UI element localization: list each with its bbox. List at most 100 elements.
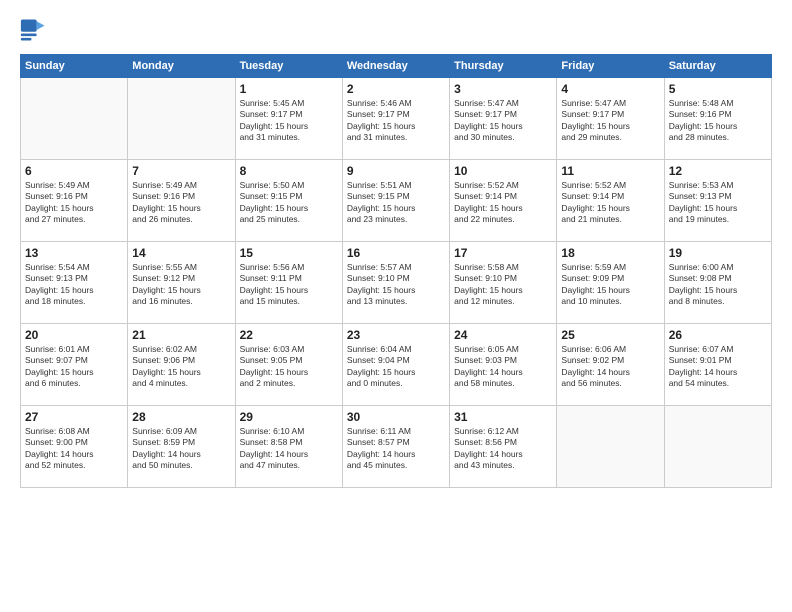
day-number: 12 (669, 164, 767, 178)
day-number: 13 (25, 246, 123, 260)
day-number: 5 (669, 82, 767, 96)
weekday-header-monday: Monday (128, 55, 235, 78)
day-number: 28 (132, 410, 230, 424)
day-info: Sunrise: 5:49 AM Sunset: 9:16 PM Dayligh… (25, 180, 123, 226)
logo-icon (20, 16, 48, 44)
day-number: 6 (25, 164, 123, 178)
calendar-table: SundayMondayTuesdayWednesdayThursdayFrid… (20, 54, 772, 488)
day-number: 26 (669, 328, 767, 342)
day-number: 21 (132, 328, 230, 342)
calendar-cell: 5Sunrise: 5:48 AM Sunset: 9:16 PM Daylig… (664, 78, 771, 160)
page-header (20, 16, 772, 44)
calendar-cell: 30Sunrise: 6:11 AM Sunset: 8:57 PM Dayli… (342, 406, 449, 488)
day-info: Sunrise: 6:11 AM Sunset: 8:57 PM Dayligh… (347, 426, 445, 472)
weekday-header-friday: Friday (557, 55, 664, 78)
day-info: Sunrise: 6:03 AM Sunset: 9:05 PM Dayligh… (240, 344, 338, 390)
day-info: Sunrise: 5:51 AM Sunset: 9:15 PM Dayligh… (347, 180, 445, 226)
calendar-cell: 19 Sunrise: 6:00 AM Sunset: 9:08 PM Dayli… (664, 242, 771, 324)
calendar-cell: 11 Sunrise: 5:52 AM Sunset: 9:14 PM Dayli… (557, 160, 664, 242)
day-number: 1 (240, 82, 338, 96)
logo (20, 16, 54, 44)
day-info: Sunrise: 6:08 AM Sunset: 9:00 PM Dayligh… (25, 426, 123, 472)
day-info: Sunrise: 6:00 AM Sunset: 9:08 PM Dayligh… (669, 262, 767, 308)
day-info: Sunrise: 5:47 AM Sunset: 9:17 PM Dayligh… (454, 98, 552, 144)
calendar-cell: 20 Sunrise: 6:01 AM Sunset: 9:07 PM Dayli… (21, 324, 128, 406)
day-info: Sunrise: 5:55 AM Sunset: 9:12 PM Dayligh… (132, 262, 230, 308)
calendar-cell (21, 78, 128, 160)
weekday-header-saturday: Saturday (664, 55, 771, 78)
day-info: Sunrise: 5:52 AM Sunset: 9:14 PM Dayligh… (454, 180, 552, 226)
day-number: 20 (25, 328, 123, 342)
day-number: 11 (561, 164, 659, 178)
day-info: Sunrise: 6:06 AM Sunset: 9:02 PM Dayligh… (561, 344, 659, 390)
calendar-cell: 26 Sunrise: 6:07 AM Sunset: 9:01 PM Dayli… (664, 324, 771, 406)
day-number: 29 (240, 410, 338, 424)
weekday-header-wednesday: Wednesday (342, 55, 449, 78)
day-number: 9 (347, 164, 445, 178)
day-number: 10 (454, 164, 552, 178)
calendar-cell: 3Sunrise: 5:47 AM Sunset: 9:17 PM Daylig… (450, 78, 557, 160)
day-info: Sunrise: 6:01 AM Sunset: 9:07 PM Dayligh… (25, 344, 123, 390)
week-row-3: 13 Sunrise: 5:54 AM Sunset: 9:13 PM Dayli… (21, 242, 772, 324)
calendar-cell (664, 406, 771, 488)
calendar-cell: 24Sunrise: 6:05 AM Sunset: 9:03 PM Dayli… (450, 324, 557, 406)
day-info: Sunrise: 5:45 AM Sunset: 9:17 PM Dayligh… (240, 98, 338, 144)
day-number: 17 (454, 246, 552, 260)
day-number: 7 (132, 164, 230, 178)
day-number: 27 (25, 410, 123, 424)
day-info: Sunrise: 6:05 AM Sunset: 9:03 PM Dayligh… (454, 344, 552, 390)
week-row-2: 6 Sunrise: 5:49 AM Sunset: 9:16 PM Daylig… (21, 160, 772, 242)
day-info: Sunrise: 5:56 AM Sunset: 9:11 PM Dayligh… (240, 262, 338, 308)
day-number: 31 (454, 410, 552, 424)
day-number: 19 (669, 246, 767, 260)
day-number: 16 (347, 246, 445, 260)
calendar-cell: 2 Sunrise: 5:46 AM Sunset: 9:17 PM Daylig… (342, 78, 449, 160)
calendar-cell: 14Sunrise: 5:55 AM Sunset: 9:12 PM Dayli… (128, 242, 235, 324)
calendar-cell: 16 Sunrise: 5:57 AM Sunset: 9:10 PM Dayli… (342, 242, 449, 324)
calendar-cell: 21 Sunrise: 6:02 AM Sunset: 9:06 PM Dayli… (128, 324, 235, 406)
day-info: Sunrise: 5:53 AM Sunset: 9:13 PM Dayligh… (669, 180, 767, 226)
week-row-4: 20 Sunrise: 6:01 AM Sunset: 9:07 PM Dayli… (21, 324, 772, 406)
day-number: 18 (561, 246, 659, 260)
calendar-cell: 9 Sunrise: 5:51 AM Sunset: 9:15 PM Daylig… (342, 160, 449, 242)
day-info: Sunrise: 6:12 AM Sunset: 8:56 PM Dayligh… (454, 426, 552, 472)
calendar-cell (557, 406, 664, 488)
calendar-cell: 6 Sunrise: 5:49 AM Sunset: 9:16 PM Daylig… (21, 160, 128, 242)
day-number: 23 (347, 328, 445, 342)
day-info: Sunrise: 5:52 AM Sunset: 9:14 PM Dayligh… (561, 180, 659, 226)
day-number: 2 (347, 82, 445, 96)
weekday-header-thursday: Thursday (450, 55, 557, 78)
day-info: Sunrise: 5:57 AM Sunset: 9:10 PM Dayligh… (347, 262, 445, 308)
calendar-cell: 10 Sunrise: 5:52 AM Sunset: 9:14 PM Dayli… (450, 160, 557, 242)
calendar-cell: 28 Sunrise: 6:09 AM Sunset: 8:59 PM Dayli… (128, 406, 235, 488)
day-info: Sunrise: 5:59 AM Sunset: 9:09 PM Dayligh… (561, 262, 659, 308)
calendar-cell: 17Sunrise: 5:58 AM Sunset: 9:10 PM Dayli… (450, 242, 557, 324)
day-number: 8 (240, 164, 338, 178)
calendar-cell: 18 Sunrise: 5:59 AM Sunset: 9:09 PM Dayli… (557, 242, 664, 324)
day-info: Sunrise: 6:02 AM Sunset: 9:06 PM Dayligh… (132, 344, 230, 390)
day-info: Sunrise: 5:50 AM Sunset: 9:15 PM Dayligh… (240, 180, 338, 226)
day-info: Sunrise: 6:07 AM Sunset: 9:01 PM Dayligh… (669, 344, 767, 390)
week-row-1: 1 Sunrise: 5:45 AM Sunset: 9:17 PM Daylig… (21, 78, 772, 160)
weekday-header-sunday: Sunday (21, 55, 128, 78)
calendar-cell: 4Sunrise: 5:47 AM Sunset: 9:17 PM Daylig… (557, 78, 664, 160)
day-number: 22 (240, 328, 338, 342)
day-info: Sunrise: 5:49 AM Sunset: 9:16 PM Dayligh… (132, 180, 230, 226)
weekday-header-row: SundayMondayTuesdayWednesdayThursdayFrid… (21, 55, 772, 78)
calendar-cell: 25 Sunrise: 6:06 AM Sunset: 9:02 PM Dayli… (557, 324, 664, 406)
day-info: Sunrise: 5:46 AM Sunset: 9:17 PM Dayligh… (347, 98, 445, 144)
day-number: 25 (561, 328, 659, 342)
day-info: Sunrise: 6:09 AM Sunset: 8:59 PM Dayligh… (132, 426, 230, 472)
calendar-cell: 15 Sunrise: 5:56 AM Sunset: 9:11 PM Dayli… (235, 242, 342, 324)
calendar-cell: 8 Sunrise: 5:50 AM Sunset: 9:15 PM Daylig… (235, 160, 342, 242)
day-info: Sunrise: 6:04 AM Sunset: 9:04 PM Dayligh… (347, 344, 445, 390)
calendar-cell: 12 Sunrise: 5:53 AM Sunset: 9:13 PM Dayli… (664, 160, 771, 242)
calendar-cell: 31 Sunrise: 6:12 AM Sunset: 8:56 PM Dayli… (450, 406, 557, 488)
calendar-cell: 23 Sunrise: 6:04 AM Sunset: 9:04 PM Dayli… (342, 324, 449, 406)
calendar-cell (128, 78, 235, 160)
day-info: Sunrise: 5:54 AM Sunset: 9:13 PM Dayligh… (25, 262, 123, 308)
calendar-cell: 29Sunrise: 6:10 AM Sunset: 8:58 PM Dayli… (235, 406, 342, 488)
day-number: 15 (240, 246, 338, 260)
calendar-cell: 1 Sunrise: 5:45 AM Sunset: 9:17 PM Daylig… (235, 78, 342, 160)
calendar-cell: 7 Sunrise: 5:49 AM Sunset: 9:16 PM Daylig… (128, 160, 235, 242)
